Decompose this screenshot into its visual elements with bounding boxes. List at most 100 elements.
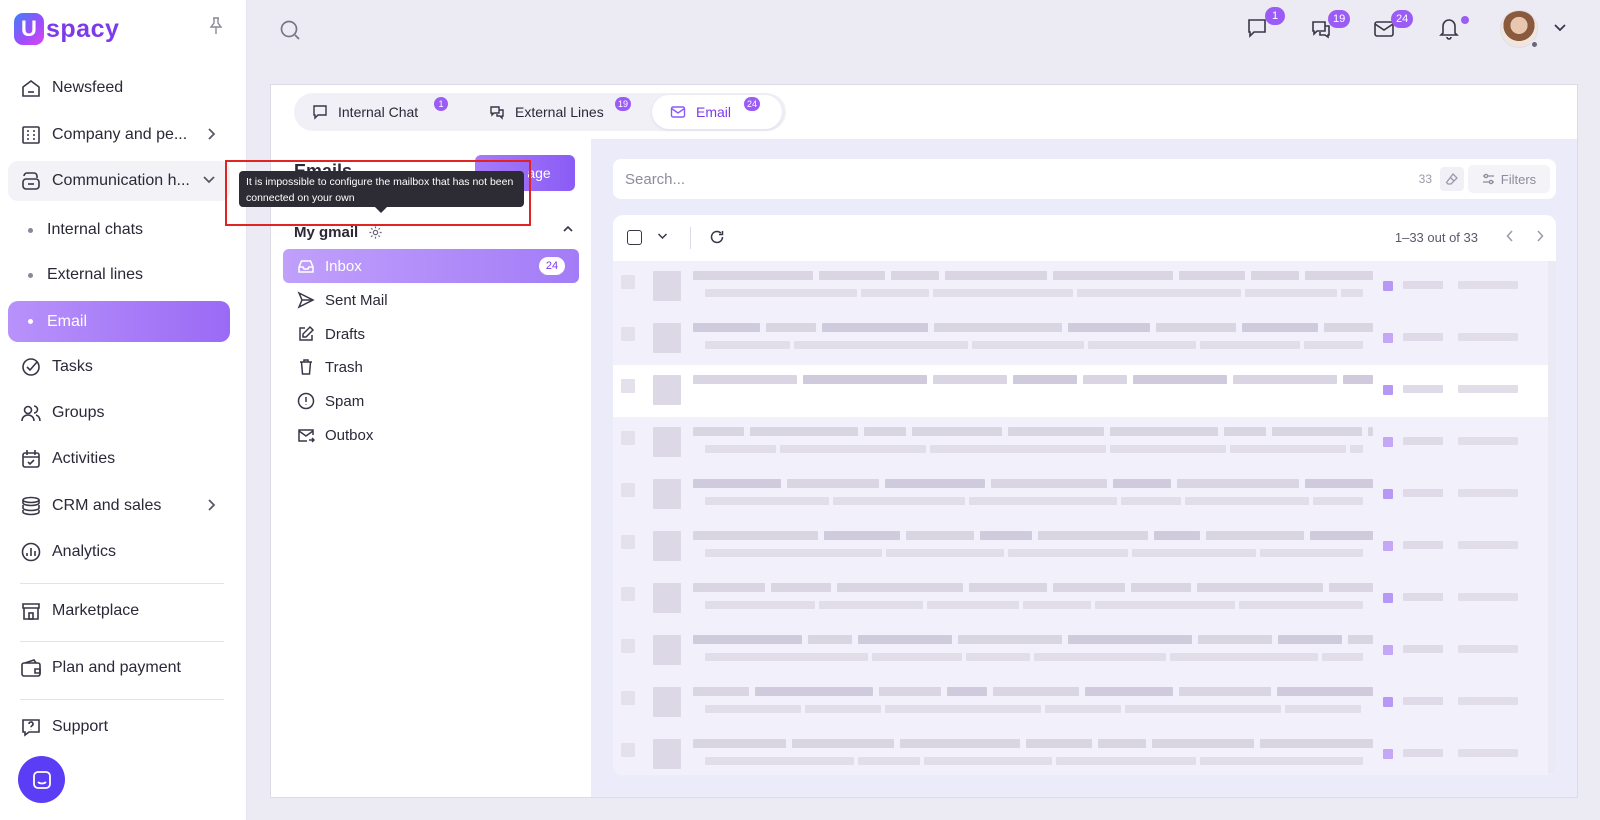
bell-icon[interactable] bbox=[1438, 16, 1460, 40]
sidebar-sub-email[interactable]: Email bbox=[8, 301, 230, 342]
sidebar-divider bbox=[20, 641, 224, 642]
obscured-text bbox=[969, 497, 1117, 505]
folder-label: Trash bbox=[325, 358, 363, 376]
filters-button[interactable]: Filters bbox=[1468, 165, 1550, 193]
obscured-text bbox=[912, 427, 1002, 436]
sidebar-item-crm[interactable]: CRM and sales bbox=[8, 486, 230, 526]
obscured-text bbox=[819, 271, 885, 280]
email-list-panel: Search... 33 Filters 1–33 out of 33 bbox=[591, 139, 1577, 797]
folder-drafts[interactable]: Drafts bbox=[283, 317, 579, 351]
obscured-text bbox=[1324, 323, 1373, 332]
obscured-text bbox=[1383, 593, 1393, 603]
pin-icon[interactable] bbox=[208, 17, 224, 35]
table-row[interactable] bbox=[613, 521, 1548, 573]
chevron-right-icon bbox=[206, 498, 216, 512]
obscured-text bbox=[1088, 341, 1196, 349]
obscured-text bbox=[621, 275, 635, 289]
obscured-text bbox=[934, 323, 1062, 332]
table-row[interactable] bbox=[613, 365, 1548, 417]
sliders-icon bbox=[1482, 173, 1494, 185]
obscured-text bbox=[993, 687, 1079, 696]
table-row[interactable] bbox=[613, 625, 1548, 677]
obscured-text bbox=[1008, 427, 1104, 436]
chevron-up-icon[interactable] bbox=[562, 225, 574, 233]
sidebar-divider bbox=[20, 583, 224, 584]
sidebar-sub-external-lines[interactable]: External lines bbox=[8, 255, 230, 295]
home-icon bbox=[20, 77, 42, 99]
obscured-text bbox=[1458, 749, 1518, 757]
obscured-text bbox=[705, 445, 776, 453]
obscured-text bbox=[1045, 705, 1121, 713]
folder-inbox[interactable]: Inbox 24 bbox=[283, 249, 579, 283]
sidebar-item-company[interactable]: Company and pe... bbox=[8, 115, 230, 155]
search-icon[interactable] bbox=[279, 19, 301, 41]
chat-launcher-button[interactable] bbox=[18, 756, 65, 803]
sidebar-item-plan[interactable]: Plan and payment bbox=[8, 648, 230, 688]
chevron-right-icon[interactable] bbox=[1536, 230, 1544, 242]
sidebar-item-newsfeed[interactable]: Newsfeed bbox=[8, 68, 230, 108]
obscured-text bbox=[966, 653, 1030, 661]
table-row[interactable] bbox=[613, 261, 1548, 313]
folder-sent[interactable]: Sent Mail bbox=[283, 283, 579, 317]
obscured-text bbox=[858, 757, 920, 765]
chevron-left-icon[interactable] bbox=[1506, 230, 1514, 242]
search-input[interactable]: Search... 33 Filters bbox=[613, 159, 1556, 199]
obscured-text bbox=[1403, 645, 1443, 653]
obscured-text bbox=[1458, 333, 1518, 341]
select-all-checkbox[interactable] bbox=[627, 230, 642, 245]
sidebar-sub-internal-chats[interactable]: Internal chats bbox=[8, 210, 230, 250]
obscured-text bbox=[771, 583, 831, 592]
logo[interactable]: U spacy bbox=[14, 12, 119, 46]
sidebar-item-communication[interactable]: Communication h... bbox=[8, 161, 230, 201]
table-row[interactable] bbox=[613, 677, 1548, 729]
folder-spam[interactable]: Spam bbox=[283, 384, 579, 418]
obscured-text bbox=[906, 531, 974, 540]
logo-mark: U bbox=[14, 13, 44, 45]
table-row[interactable] bbox=[613, 313, 1548, 365]
obscured-text bbox=[653, 323, 681, 353]
scrollbar[interactable] bbox=[1548, 261, 1556, 775]
obscured-text bbox=[1197, 583, 1323, 592]
obscured-text bbox=[872, 653, 962, 661]
obscured-text bbox=[947, 687, 987, 696]
obscured-text bbox=[705, 497, 829, 505]
sidebar-item-label: Marketplace bbox=[52, 602, 140, 619]
sidebar-item-marketplace[interactable]: Marketplace bbox=[8, 591, 230, 631]
obscured-text bbox=[1341, 289, 1363, 297]
sidebar-item-tasks[interactable]: Tasks bbox=[8, 347, 230, 387]
sidebar-item-support[interactable]: Support bbox=[8, 707, 230, 747]
obscured-text bbox=[693, 271, 813, 280]
obscured-text bbox=[1458, 697, 1518, 705]
tab-email[interactable]: Email 24 bbox=[652, 95, 782, 129]
obscured-text bbox=[822, 323, 928, 332]
chevron-down-icon[interactable] bbox=[1553, 23, 1567, 33]
folder-outbox[interactable]: Outbox bbox=[283, 418, 579, 452]
obscured-text bbox=[1383, 749, 1393, 759]
table-row[interactable] bbox=[613, 417, 1548, 469]
sidebar-sub-label: Email bbox=[47, 312, 88, 330]
eraser-icon[interactable] bbox=[1440, 167, 1464, 191]
refresh-icon[interactable] bbox=[709, 229, 725, 245]
obscured-text bbox=[933, 375, 1007, 384]
sidebar-item-analytics[interactable]: Analytics bbox=[8, 532, 230, 572]
sidebar-item-groups[interactable]: Groups bbox=[8, 393, 230, 433]
gear-icon[interactable] bbox=[368, 225, 383, 240]
table-row[interactable] bbox=[613, 573, 1548, 625]
tab-internal-chat[interactable]: Internal Chat 1 bbox=[294, 95, 468, 129]
chevron-down-icon[interactable] bbox=[657, 232, 668, 240]
wallet-icon bbox=[20, 657, 42, 679]
obscured-text bbox=[969, 583, 1047, 592]
folder-label: Sent Mail bbox=[325, 291, 388, 309]
table-row[interactable] bbox=[613, 729, 1548, 775]
sidebar-item-activities[interactable]: Activities bbox=[8, 439, 230, 479]
pagination-text: 1–33 out of 33 bbox=[1394, 230, 1478, 245]
obscured-text bbox=[933, 289, 1073, 297]
table-row[interactable] bbox=[613, 469, 1548, 521]
obscured-text bbox=[621, 639, 635, 653]
tab-external-lines[interactable]: External Lines 19 bbox=[471, 95, 649, 129]
sidebar-item-label: Tasks bbox=[52, 358, 93, 375]
obscured-text bbox=[972, 341, 1084, 349]
folder-trash[interactable]: Trash bbox=[283, 350, 579, 384]
bullet-icon bbox=[28, 227, 33, 233]
obscured-text bbox=[1170, 653, 1318, 661]
